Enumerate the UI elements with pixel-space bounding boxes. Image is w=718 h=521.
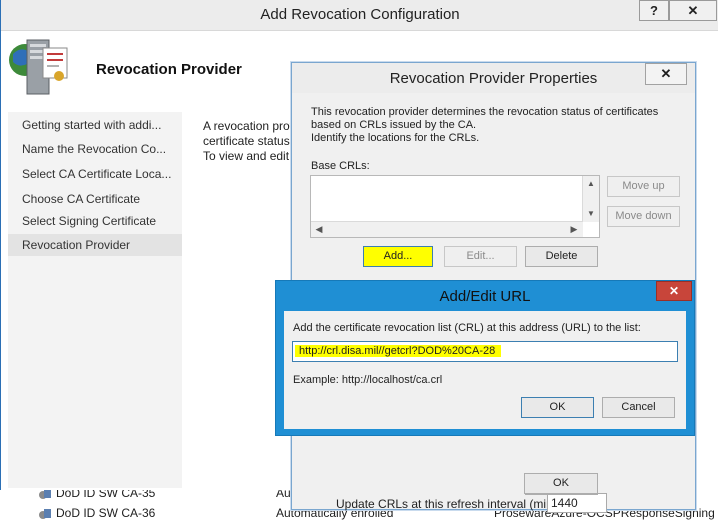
nav-item-revocation-provider[interactable]: Revocation Provider — [8, 234, 182, 256]
url-example: Example: http://localhost/ca.crl — [293, 374, 443, 386]
nav-item-select-ca-location[interactable]: Select CA Certificate Loca... — [22, 167, 178, 181]
aeu-content: Add the certificate revocation list (CRL… — [284, 311, 686, 429]
base-crls-list[interactable]: ▲ ▼ ◀ ▶ — [310, 175, 600, 238]
url-input-value: http://crl.disa.mil//getcrl?DOD%20CA-28 — [295, 345, 502, 357]
rpp-description: This revocation provider determines the … — [311, 106, 681, 145]
add-edit-url-dialog: Add/Edit URL ✕ Add the certificate revoc… — [275, 280, 695, 436]
description-line: Identify the locations for the CRLs. — [311, 132, 480, 144]
aeu-close-button[interactable]: ✕ — [656, 281, 692, 301]
move-down-button[interactable]: Move down — [607, 206, 680, 227]
nav-item-name-revocation[interactable]: Name the Revocation Co... — [22, 142, 178, 156]
scroll-right-arrow-icon[interactable]: ▶ — [566, 222, 582, 237]
body-line: To view and edit — [203, 149, 290, 163]
close-button[interactable]: ✕ — [669, 0, 717, 21]
wizard-title: Add Revocation Configuration — [260, 6, 460, 23]
base-crls-label: Base CRLs: — [311, 160, 370, 172]
rpp-title: Revocation Provider Properties — [389, 70, 598, 87]
add-button[interactable]: Add... — [363, 246, 433, 267]
delete-button[interactable]: Delete — [525, 246, 598, 267]
scroll-left-arrow-icon[interactable]: ◀ — [311, 222, 327, 237]
body-line: certificate status — [203, 134, 290, 148]
wizard-body-text: A revocation prov certificate status To … — [203, 119, 303, 164]
page-title: Revocation Provider — [96, 61, 242, 78]
description-line: This revocation provider determines the … — [311, 106, 659, 118]
refresh-interval-label: Update CRLs at this refresh interval (mi… — [336, 497, 561, 511]
aeu-ok-button[interactable]: OK — [521, 397, 594, 418]
wizard-titlebar[interactable]: Add Revocation Configuration ? ✕ — [1, 0, 718, 31]
move-up-button[interactable]: Move up — [607, 176, 680, 197]
server-certificate-icon — [7, 34, 71, 98]
scroll-down-arrow-icon[interactable]: ▼ — [583, 206, 599, 221]
aeu-titlebar[interactable]: Add/Edit URL ✕ — [276, 281, 694, 311]
scroll-up-arrow-icon[interactable]: ▲ — [583, 176, 599, 191]
aeu-title: Add/Edit URL — [439, 288, 531, 305]
nav-item-select-signing-certificate[interactable]: Select Signing Certificate — [22, 214, 178, 228]
refresh-interval-input[interactable]: 1440 — [547, 493, 607, 513]
wizard-navigation: Getting started with addi... Name the Re… — [8, 112, 182, 488]
vertical-scrollbar[interactable]: ▲ ▼ — [582, 176, 599, 222]
horizontal-scrollbar[interactable]: ◀ ▶ — [311, 221, 583, 237]
certificate-template-icon — [38, 508, 52, 521]
list-item-name: DoD ID SW CA-36 — [56, 506, 156, 520]
aeu-cancel-button[interactable]: Cancel — [602, 397, 675, 418]
edit-button[interactable]: Edit... — [444, 246, 517, 267]
rpp-close-button[interactable]: ✕ — [645, 63, 687, 85]
help-button[interactable]: ? — [639, 0, 669, 21]
nav-item-choose-ca-certificate[interactable]: Choose CA Certificate — [22, 192, 178, 206]
nav-item-getting-started[interactable]: Getting started with addi... — [22, 118, 178, 132]
rpp-titlebar[interactable]: Revocation Provider Properties ✕ — [292, 63, 695, 93]
url-input[interactable]: http://crl.disa.mil//getcrl?DOD%20CA-28 — [292, 341, 678, 362]
description-line: based on CRLs issued by the CA. — [311, 119, 477, 131]
url-prompt: Add the certificate revocation list (CRL… — [293, 322, 641, 334]
body-line: A revocation prov — [203, 119, 296, 133]
rpp-ok-button[interactable]: OK — [524, 473, 598, 494]
